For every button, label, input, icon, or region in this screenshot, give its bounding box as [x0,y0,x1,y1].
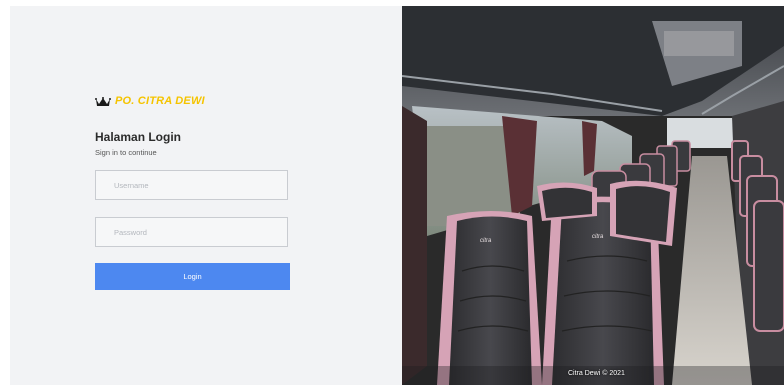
bus-seats-image: citra citra [402,6,784,385]
password-field [95,217,288,247]
brand-name: PO. CITRA DEWI [115,95,205,107]
username-input[interactable] [96,171,287,199]
crown-icon [95,96,111,106]
seat-logo-text: citra [480,238,492,244]
login-page: PO. CITRA DEWI Halaman Login Sign in to … [0,0,784,385]
page-title: Halaman Login [95,130,182,144]
page-subtitle: Sign in to continue [95,148,157,157]
username-field [95,170,288,200]
login-button[interactable]: Login [95,263,290,290]
password-input[interactable] [96,218,287,246]
photo-caption: Citra Dewi © 2021 [568,370,625,377]
seat-logo-text: citra [592,234,604,240]
bus-interior-photo: citra citra Citra Dewi © 2021 [402,6,784,385]
brand-logo: PO. CITRA DEWI [95,95,205,107]
